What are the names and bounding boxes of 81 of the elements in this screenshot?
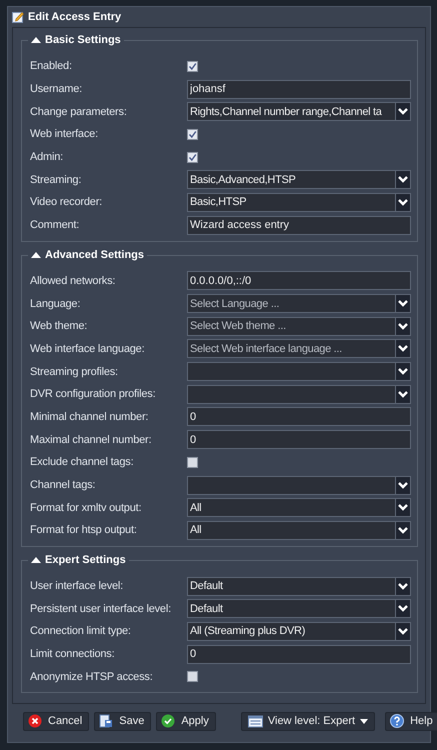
- field-label: DVR configuration profiles:: [30, 388, 156, 400]
- chevron-icon: [395, 386, 410, 403]
- field-label: Comment:: [30, 219, 80, 232]
- chevron-icon: [395, 476, 410, 494]
- dialog-button[interactable]: Help: [385, 712, 437, 730]
- dropdown[interactable]: Select Language ...: [187, 294, 411, 314]
- field-label: Limit connections:: [30, 648, 116, 660]
- field-label: Enabled:: [30, 60, 73, 72]
- chevron-icon: [395, 194, 410, 211]
- dropdown[interactable]: [187, 476, 411, 495]
- collapse-icon: [31, 37, 41, 43]
- cancel-icon: [28, 714, 43, 728]
- chevron-icon: [395, 171, 410, 188]
- field-label: Web interface:: [30, 128, 99, 140]
- chevron-icon: [395, 363, 410, 380]
- chevron-icon: [395, 499, 410, 516]
- field-label: Change parameters:: [30, 106, 128, 118]
- chevron-icon: [395, 578, 410, 595]
- dropdown[interactable]: Basic,HTSP: [187, 192, 411, 212]
- input-field[interactable]: johansf: [187, 80, 411, 99]
- field-label: Video recorder:: [30, 196, 104, 208]
- checkbox[interactable]: [187, 671, 198, 682]
- field-label: Format for htsp output:: [30, 524, 138, 536]
- checkbox[interactable]: [187, 60, 198, 72]
- section-toggle[interactable]: Basic Settings: [28, 32, 124, 48]
- chevron-icon: [395, 600, 410, 618]
- chevron-icon: [395, 522, 410, 539]
- pencil-icon: [12, 11, 24, 23]
- dropdown[interactable]: Select Web interface language ...: [187, 339, 411, 358]
- dialog-button[interactable]: Apply: [156, 712, 216, 730]
- dropdown[interactable]: Rights,Channel number range,Channel ta: [187, 102, 411, 122]
- list-icon: [248, 714, 263, 728]
- input-field[interactable]: Wizard access entry: [187, 216, 411, 235]
- field-label: Connection limit type:: [30, 625, 132, 638]
- chevron-icon: [395, 318, 410, 335]
- chevron-icon: [395, 622, 410, 640]
- collapse-icon: [31, 556, 41, 563]
- field-label: Minimal channel number:: [30, 410, 150, 423]
- checkbox[interactable]: [187, 128, 198, 140]
- dropdown[interactable]: [187, 362, 411, 382]
- dropdown[interactable]: Default: [187, 599, 411, 618]
- dropdown[interactable]: Basic,Advanced,HTSP: [187, 170, 411, 190]
- checkbox[interactable]: [187, 152, 198, 163]
- field-label: Format for xmltv output:: [30, 502, 142, 514]
- view-level-menu-button[interactable]: View level: Expert: [240, 712, 376, 730]
- field-label: Username:: [30, 83, 83, 96]
- input-field[interactable]: 0: [187, 407, 411, 426]
- document-icon: [99, 714, 114, 728]
- dropdown[interactable]: All: [187, 498, 411, 518]
- chevron-icon: [395, 295, 410, 312]
- help-icon: [390, 714, 406, 728]
- collapse-icon: [31, 252, 41, 258]
- field-label: Channel tags:: [30, 479, 96, 492]
- window-title: Edit Access Entry: [28, 11, 122, 23]
- chevron-icon: [395, 103, 410, 120]
- field-label: Allowed networks:: [30, 274, 116, 287]
- field-label: Exclude channel tags:: [30, 456, 134, 468]
- field-label: Web theme:: [30, 320, 88, 332]
- chevron-icon: [395, 340, 410, 358]
- input-field[interactable]: 0: [187, 430, 411, 450]
- dropdown[interactable]: [187, 384, 411, 404]
- field-label: Web interface language:: [30, 342, 146, 355]
- field-label: Anonymize HTSP access:: [30, 670, 154, 683]
- field-label: Language:: [30, 298, 82, 310]
- field-label: Admin:: [30, 151, 64, 164]
- dropdown[interactable]: Select Web theme ...: [187, 316, 411, 336]
- caret-icon: [360, 718, 368, 724]
- field-label: Streaming:: [30, 174, 82, 186]
- checkbox[interactable]: [187, 456, 198, 468]
- dropdown[interactable]: All (Streaming plus DVR): [187, 622, 411, 641]
- field-label: Streaming profiles:: [30, 366, 119, 378]
- dropdown[interactable]: All: [187, 520, 411, 540]
- dialog-button[interactable]: Cancel: [23, 712, 90, 730]
- dropdown[interactable]: Default: [187, 576, 411, 596]
- field-label: Persistent user interface level:: [30, 602, 172, 615]
- field-label: User interface level:: [30, 580, 124, 592]
- input-field[interactable]: 0.0.0.0/0,::/0: [187, 271, 411, 290]
- dialog-button[interactable]: Save: [94, 712, 152, 730]
- check-icon: [161, 714, 176, 728]
- field-label: Maximal channel number:: [30, 434, 152, 446]
- input-field[interactable]: 0: [187, 644, 411, 664]
